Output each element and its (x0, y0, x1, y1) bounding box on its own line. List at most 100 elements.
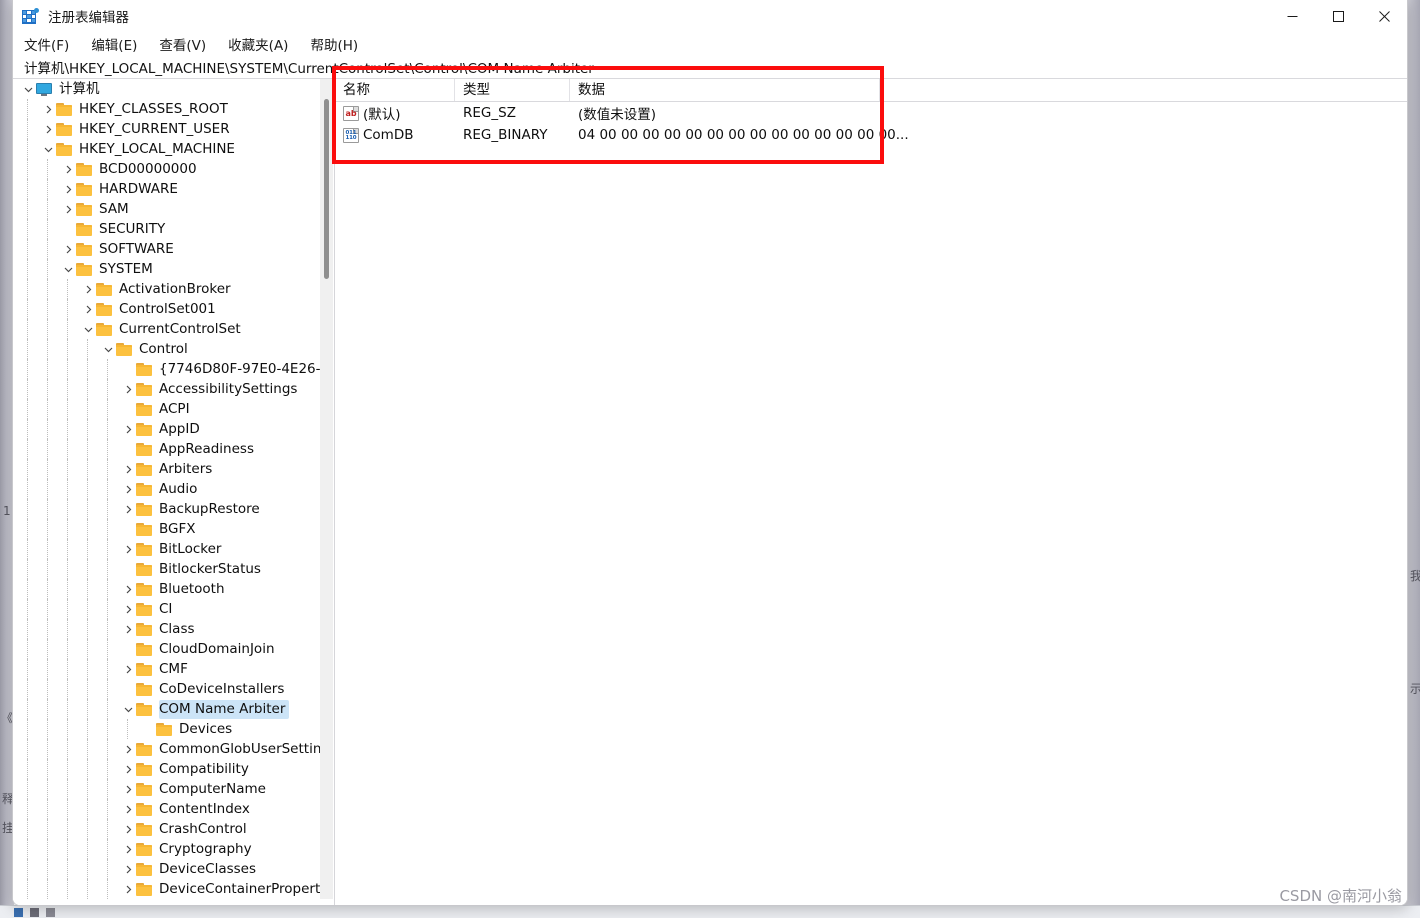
tree-item-label-wrap[interactable]: COM Name Arbiter (159, 699, 290, 719)
tree-item-label-wrap[interactable]: Bluetooth (159, 580, 229, 599)
tree-item-label-wrap[interactable]: HKEY_CLASSES_ROOT (79, 100, 232, 119)
tree-item-label-wrap[interactable]: BitLocker (159, 540, 225, 559)
tree-item-label-wrap[interactable]: SECURITY (99, 220, 169, 239)
chevron-right-icon[interactable] (121, 799, 135, 819)
tree-item[interactable]: ContentIndex (13, 799, 321, 819)
tree-item-label-wrap[interactable]: ComputerName (159, 780, 270, 799)
registry-tree[interactable]: 计算机 HKEY_CLASSES_ROOT HKEY_CURRENT_USER HKE… (13, 79, 321, 899)
tree-item-label-wrap[interactable]: CloudDomainJoin (159, 640, 279, 659)
column-header-2[interactable]: 数据 (570, 79, 880, 101)
chevron-down-icon[interactable] (21, 79, 35, 99)
chevron-right-icon[interactable] (81, 279, 95, 299)
tree-item-label-wrap[interactable]: Devices (179, 720, 236, 739)
tree-item[interactable]: AppReadiness (13, 439, 321, 459)
tree-item[interactable]: CloudDomainJoin (13, 639, 321, 659)
tree-item[interactable]: BitlockerStatus (13, 559, 321, 579)
tree-item-label-wrap[interactable]: SAM (99, 200, 133, 219)
address-bar[interactable]: 计算机\HKEY_LOCAL_MACHINE\SYSTEM\CurrentCon… (13, 56, 1407, 79)
tree-item[interactable]: COM Name Arbiter (13, 699, 321, 719)
tree-item-label-wrap[interactable]: CrashControl (159, 820, 251, 839)
tree-item-label-wrap[interactable]: CMF (159, 660, 192, 679)
tree-item-label-wrap[interactable]: 计算机 (59, 80, 104, 99)
menu-item-4[interactable]: 帮助(H) (310, 34, 358, 54)
tree-item-label-wrap[interactable]: ContentIndex (159, 800, 254, 819)
tree-item-label-wrap[interactable]: BackupRestore (159, 500, 264, 519)
chevron-right-icon[interactable] (121, 659, 135, 679)
chevron-right-icon[interactable] (121, 539, 135, 559)
chevron-right-icon[interactable] (121, 859, 135, 879)
tree-item[interactable]: BCD00000000 (13, 159, 321, 179)
tree-item[interactable]: Compatibility (13, 759, 321, 779)
chevron-right-icon[interactable] (61, 179, 75, 199)
tree-item[interactable]: CommonGlobUserSettings (13, 739, 321, 759)
tree-item-label-wrap[interactable]: BCD00000000 (99, 160, 201, 179)
tree-item-label-wrap[interactable]: ControlSet001 (119, 300, 220, 319)
tree-item-label-wrap[interactable]: DeviceContainerPropertyUpdate (159, 880, 321, 899)
tree-item[interactable]: Arbiters (13, 459, 321, 479)
tree-item-label-wrap[interactable]: BGFX (159, 520, 200, 539)
tree-item[interactable]: CoDeviceInstallers (13, 679, 321, 699)
tree-item[interactable]: 计算机 (13, 79, 321, 99)
tree-item-label-wrap[interactable]: CI (159, 600, 176, 619)
tree-item[interactable]: BGFX (13, 519, 321, 539)
value-row[interactable]: ab (默认) REG_SZ (数值未设置) (335, 102, 1407, 124)
taskbar-icon[interactable] (46, 908, 55, 917)
tree-item-label-wrap[interactable]: BitlockerStatus (159, 560, 265, 579)
column-header-0[interactable]: 名称 (335, 79, 455, 101)
chevron-right-icon[interactable] (121, 779, 135, 799)
tree-item[interactable]: HARDWARE (13, 179, 321, 199)
chevron-down-icon[interactable] (101, 339, 115, 359)
tree-item[interactable]: Cryptography (13, 839, 321, 859)
tree-item[interactable]: AccessibilitySettings (13, 379, 321, 399)
tree-item[interactable]: BackupRestore (13, 499, 321, 519)
chevron-right-icon[interactable] (61, 199, 75, 219)
chevron-right-icon[interactable] (121, 579, 135, 599)
tree-item-label-wrap[interactable]: HKEY_CURRENT_USER (79, 120, 234, 139)
tree-item-label-wrap[interactable]: {7746D80F-97E0-4E26-9543-26B (159, 360, 321, 379)
tree-item-label-wrap[interactable]: CoDeviceInstallers (159, 680, 288, 699)
chevron-right-icon[interactable] (61, 159, 75, 179)
tree-item[interactable]: Control (13, 339, 321, 359)
tree-item-label-wrap[interactable]: HARDWARE (99, 180, 182, 199)
chevron-down-icon[interactable] (121, 699, 135, 719)
tree-item[interactable]: ActivationBroker (13, 279, 321, 299)
maximize-button[interactable] (1315, 0, 1361, 32)
menu-item-0[interactable]: 文件(F) (24, 34, 69, 54)
tree-item-label-wrap[interactable]: Class (159, 620, 199, 639)
taskbar-icon[interactable] (30, 908, 39, 917)
tree-item[interactable]: ControlSet001 (13, 299, 321, 319)
tree-item-label-wrap[interactable]: AccessibilitySettings (159, 380, 301, 399)
tree-item-label-wrap[interactable]: Arbiters (159, 460, 216, 479)
value-list[interactable]: ab (默认) REG_SZ (数值未设置) 011 110 ComDB REG_BINARY… (335, 102, 1407, 146)
tree-item[interactable]: Class (13, 619, 321, 639)
tree-item-label-wrap[interactable]: CommonGlobUserSettings (159, 740, 321, 759)
value-row[interactable]: 011 110 ComDB REG_BINARY 04 00 00 00 00 00 0… (335, 124, 1407, 146)
chevron-right-icon[interactable] (121, 739, 135, 759)
chevron-right-icon[interactable] (121, 819, 135, 839)
tree-vertical-scrollbar[interactable] (320, 79, 333, 899)
tree-item-label-wrap[interactable]: AppID (159, 420, 204, 439)
tree-item[interactable]: HKEY_CLASSES_ROOT (13, 99, 321, 119)
taskbar-icon[interactable] (14, 908, 23, 917)
chevron-down-icon[interactable] (81, 319, 95, 339)
menu-item-1[interactable]: 编辑(E) (91, 34, 137, 54)
tree-item-label-wrap[interactable]: DeviceClasses (159, 860, 260, 879)
column-header-1[interactable]: 类型 (455, 79, 570, 101)
tree-item[interactable]: Devices (13, 719, 321, 739)
chevron-right-icon[interactable] (121, 499, 135, 519)
tree-item[interactable]: CMF (13, 659, 321, 679)
tree-item[interactable]: SYSTEM (13, 259, 321, 279)
tree-item[interactable]: SAM (13, 199, 321, 219)
tree-item-label-wrap[interactable]: CurrentControlSet (119, 320, 245, 339)
chevron-right-icon[interactable] (41, 119, 55, 139)
tree-item[interactable]: SOFTWARE (13, 239, 321, 259)
tree-item[interactable]: Bluetooth (13, 579, 321, 599)
tree-item-label-wrap[interactable]: Control (139, 340, 192, 359)
menu-item-2[interactable]: 查看(V) (159, 34, 206, 54)
chevron-right-icon[interactable] (121, 619, 135, 639)
tree-item[interactable]: SECURITY (13, 219, 321, 239)
tree-item[interactable]: HKEY_CURRENT_USER (13, 119, 321, 139)
tree-vertical-scrollbar-thumb[interactable] (324, 99, 329, 279)
close-button[interactable] (1361, 0, 1407, 32)
tree-item[interactable]: {7746D80F-97E0-4E26-9543-26B (13, 359, 321, 379)
